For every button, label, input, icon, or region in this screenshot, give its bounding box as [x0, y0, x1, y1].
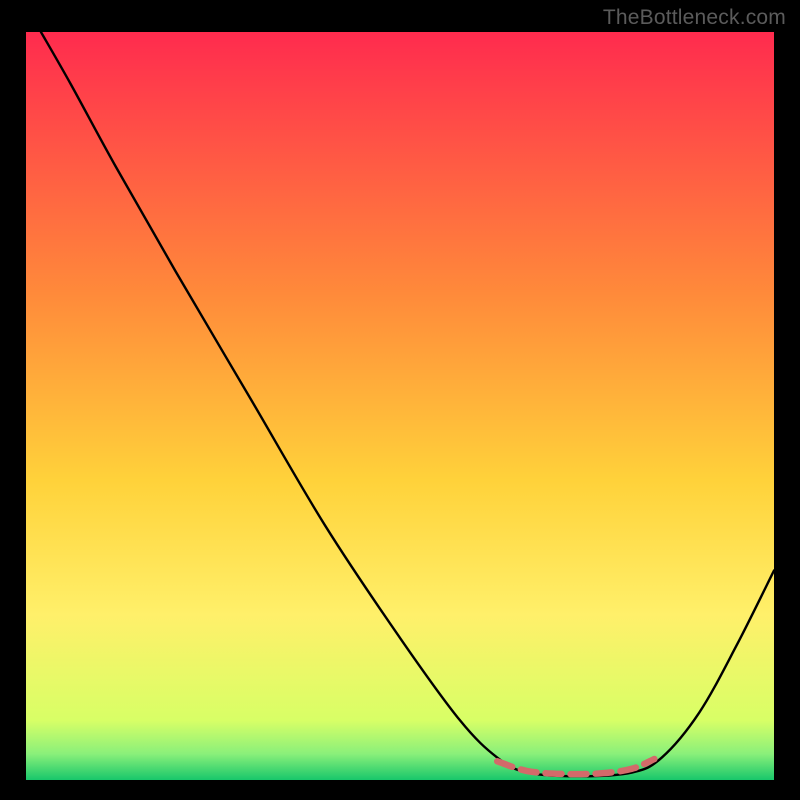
watermark-text: TheBottleneck.com [603, 6, 786, 30]
chart-container: { "watermark": "TheBottleneck.com", "cha… [0, 0, 800, 800]
chart-svg [26, 32, 774, 780]
chart-background [26, 32, 774, 780]
plot-area [26, 32, 774, 780]
